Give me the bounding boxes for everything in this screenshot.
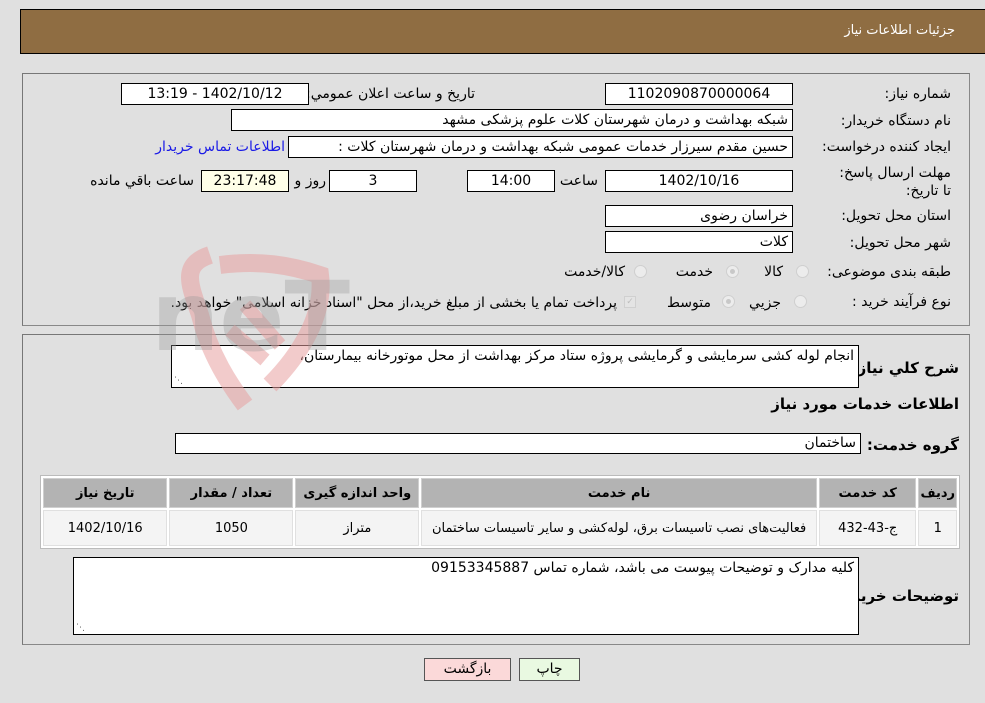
category-option-service: خدمت xyxy=(675,264,713,280)
services-table: رديف كد خدمت نام خدمت واحد اندازه گيری ت… xyxy=(40,475,960,549)
remaining-time-field: 23:17:48 xyxy=(201,170,289,192)
need-panel: شرح كلي نياز: انجام لوله کشی سرمایشی و گ… xyxy=(22,334,970,645)
buyer-contact-link[interactable]: اطلاعات تماس خريدار xyxy=(155,139,285,155)
need-number-label: شماره نیاز: xyxy=(884,86,952,102)
treasury-checkbox-label: پرداخت تمام یا بخشی از مبلغ خرید،از محل … xyxy=(170,295,617,311)
table-header-row: رديف كد خدمت نام خدمت واحد اندازه گيری ت… xyxy=(43,478,957,508)
resize-grip-icon[interactable]: ⋰ xyxy=(174,377,183,386)
buyer-org-label: نام دستگاه خريدار: xyxy=(840,113,951,129)
category-radio-goods-service[interactable] xyxy=(634,265,647,278)
category-label: طبقه بندی موضوعی: xyxy=(827,264,951,280)
cell-qty: 1050 xyxy=(169,510,294,546)
creator-label: ایجاد کننده درخواست: xyxy=(822,139,951,155)
back-button[interactable]: بازگشت xyxy=(424,658,511,681)
col-name: نام خدمت xyxy=(421,478,817,508)
buyer-notes-textarea[interactable]: کلیه مدارک و توضیحات پیوست می باشد، شمار… xyxy=(73,557,859,635)
print-button[interactable]: چاپ xyxy=(519,658,580,681)
col-qty: تعداد / مقدار xyxy=(169,478,294,508)
process-option-medium: متوسط xyxy=(667,295,711,311)
services-section-title: اطلاعات خدمات مورد نياز xyxy=(771,395,959,413)
col-unit: واحد اندازه گيری xyxy=(295,478,420,508)
province-field[interactable]: خراسان رضوی xyxy=(605,205,793,227)
resize-grip-icon[interactable]: ⋰ xyxy=(76,624,85,633)
creator-field[interactable]: حسین مقدم سیرزار خدمات عمومی شبکه بهداشت… xyxy=(288,136,793,158)
days-field[interactable]: 3 xyxy=(329,170,417,192)
cell-date: 1402/10/16 xyxy=(43,510,168,546)
days-label: روز و xyxy=(294,173,327,189)
service-group-label: گروه خدمت: xyxy=(866,436,959,454)
service-group-field[interactable]: ساختمان xyxy=(175,433,861,454)
province-label: استان محل تحویل: xyxy=(841,208,951,224)
summary-textarea[interactable]: انجام لوله کشی سرمایشی و گرمایشی پروژه س… xyxy=(171,345,859,388)
deadline-label: مهلت ارسال پاسخ: تا تاریخ: xyxy=(839,165,951,199)
treasury-checkbox[interactable]: ✓ xyxy=(624,296,636,308)
process-option-minor: جزيي xyxy=(749,295,781,311)
category-radio-service[interactable] xyxy=(726,265,739,278)
announce-date-field[interactable]: 1402/10/12 - 13:19 xyxy=(121,83,309,105)
summary-text: انجام لوله کشی سرمایشی و گرمایشی پروژه س… xyxy=(299,348,854,364)
process-label: نوع فرآیند خرید : xyxy=(852,294,951,310)
process-radio-minor[interactable] xyxy=(794,295,807,308)
col-date: تاريخ نياز xyxy=(43,478,168,508)
deadline-time-label: ساعت xyxy=(559,173,598,189)
category-option-goods-service: کالا/خدمت xyxy=(564,264,625,280)
remaining-time-label: ساعت باقي مانده xyxy=(90,173,194,189)
buyer-notes-text: کلیه مدارک و توضیحات پیوست می باشد، شمار… xyxy=(431,560,854,576)
deadline-date-field[interactable]: 1402/10/16 xyxy=(605,170,793,192)
cell-code: ج-43-432 xyxy=(818,510,917,546)
cell-row: 1 xyxy=(918,510,957,546)
process-radio-medium[interactable] xyxy=(722,295,735,308)
col-code: كد خدمت xyxy=(818,478,917,508)
table-row: 1 ج-43-432 فعالیت‌های نصب تاسیسات برق، ل… xyxy=(43,510,957,546)
need-number-field[interactable]: 1102090870000064 xyxy=(605,83,793,105)
deadline-time-field[interactable]: 14:00 xyxy=(467,170,555,192)
city-field[interactable]: کلات xyxy=(605,231,793,253)
summary-label: شرح كلي نياز: xyxy=(851,359,959,377)
page-title: جزئیات اطلاعات نیاز xyxy=(844,23,955,38)
details-panel: شماره نیاز: 1102090870000064 تاریخ و ساع… xyxy=(22,73,970,326)
city-label: شهر محل تحویل: xyxy=(849,235,951,251)
buyer-org-field[interactable]: شبکه بهداشت و درمان شهرستان کلات علوم پز… xyxy=(231,109,793,131)
cell-unit: متراز xyxy=(295,510,420,546)
category-option-goods: کالا xyxy=(764,264,783,280)
announce-date-label: تاریخ و ساعت اعلان عمومي: xyxy=(306,86,475,102)
page-header: جزئیات اطلاعات نیاز xyxy=(20,9,985,54)
col-row: رديف xyxy=(918,478,957,508)
category-radio-goods[interactable] xyxy=(796,265,809,278)
cell-name: فعالیت‌های نصب تاسیسات برق، لوله‌کشی و س… xyxy=(421,510,817,546)
